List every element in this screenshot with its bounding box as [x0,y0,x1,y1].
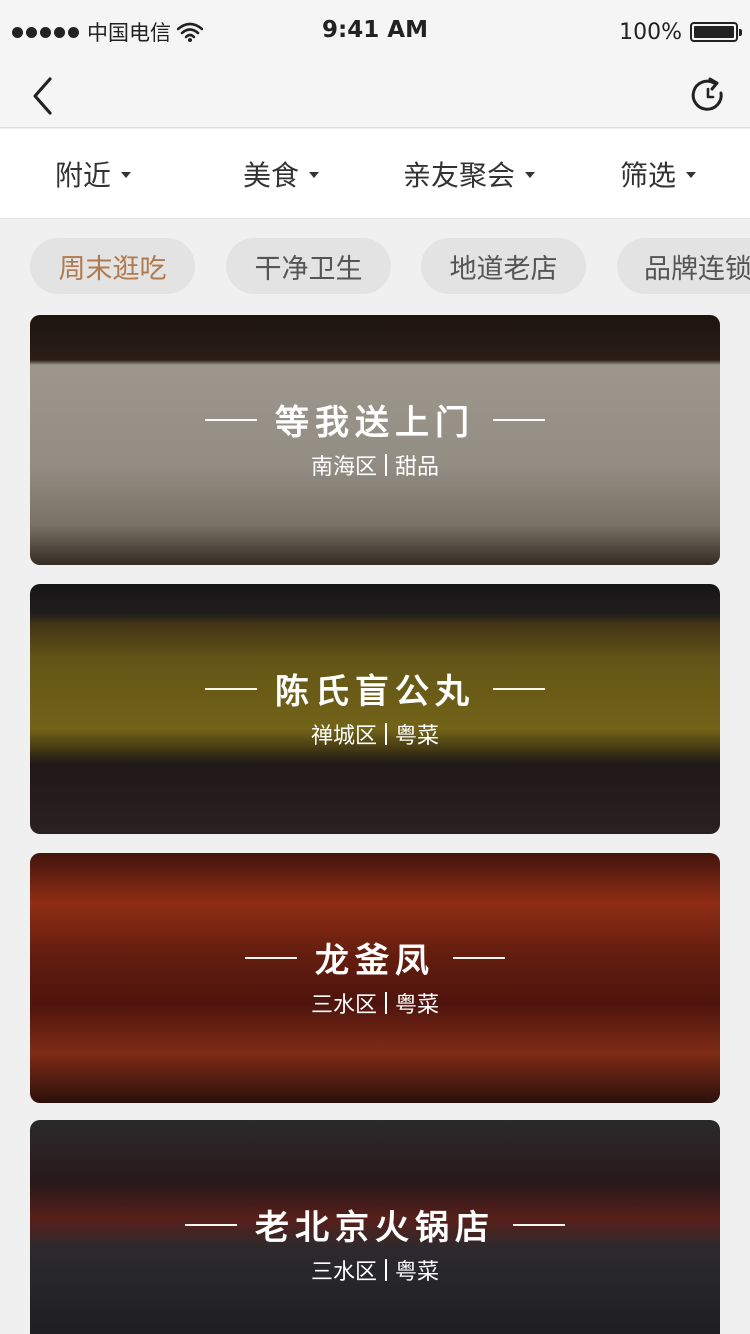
nav-bar [0,64,750,128]
divider-line [453,956,505,959]
tag-label: 品牌连锁 [644,253,750,285]
restaurant-name: 等我送上门 [275,403,475,443]
filter-label: 筛选 [620,159,677,192]
restaurant-meta: 南海区 甜品 [30,449,720,481]
restaurant-meta: 三水区 粤菜 [30,1254,720,1286]
tag-label: 地道老店 [449,253,558,285]
tag-weekend[interactable]: 周末逛吃 [30,238,195,294]
tag-row[interactable]: 周末逛吃 干净卫生 地道老店 品牌连锁 [0,220,750,312]
divider-line [513,1223,565,1226]
restaurant-card[interactable]: 等我送上门 南海区 甜品 [30,315,720,565]
battery-percent: 100% [619,19,682,45]
restaurant-card[interactable]: 老北京火锅店 三水区 粤菜 [30,1120,720,1334]
filter-bar: 附近 美食 亲友聚会 筛选 [0,129,750,219]
restaurant-district: 三水区 [310,1260,377,1285]
divider-line [185,1223,237,1226]
caret-down-icon [525,172,536,178]
divider-line [493,687,545,690]
tag-label: 周末逛吃 [58,253,167,285]
tag-label: 干净卫生 [254,253,363,285]
restaurant-category: 甜品 [395,455,440,480]
caret-down-icon [686,172,697,178]
refresh-icon [691,77,723,111]
restaurant-name: 陈氏盲公丸 [275,672,475,712]
tag-chain[interactable]: 品牌连锁 [617,238,750,294]
caret-down-icon [121,172,132,178]
filter-label: 美食 [243,159,300,192]
restaurant-category: 粤菜 [395,724,440,749]
filter-nearby[interactable]: 附近 [55,129,132,219]
filter-label: 附近 [55,159,112,192]
divider-line [245,956,297,959]
restaurant-category: 粤菜 [395,1260,440,1285]
tag-authentic[interactable]: 地道老店 [421,238,586,294]
caret-down-icon [309,172,320,178]
filter-food[interactable]: 美食 [243,129,320,219]
back-button[interactable] [20,74,64,118]
divider-line [205,418,257,421]
filter-occasion[interactable]: 亲友聚会 [403,129,536,219]
restaurant-name: 老北京火锅店 [255,1208,495,1248]
filter-label: 亲友聚会 [403,159,516,192]
filter-more[interactable]: 筛选 [620,129,697,219]
chevron-left-icon [33,77,52,115]
battery-info: 100% [619,18,742,46]
restaurant-district: 禅城区 [310,724,377,749]
restaurant-card[interactable]: 陈氏盲公丸 禅城区 粤菜 [30,584,720,834]
status-bar: 中国电信 9:41 AM 100% [0,0,750,64]
tag-clean[interactable]: 干净卫生 [226,238,391,294]
restaurant-meta: 禅城区 粤菜 [30,718,720,750]
battery-level [694,26,734,38]
restaurant-category: 粤菜 [395,993,440,1018]
battery-icon [690,22,742,42]
restaurant-district: 南海区 [310,455,377,480]
restaurant-meta: 三水区 粤菜 [30,987,720,1019]
refresh-button[interactable] [688,76,728,116]
divider-line [205,687,257,690]
restaurant-card[interactable]: 龙釜凤 三水区 粤菜 [30,853,720,1103]
restaurant-district: 三水区 [310,993,377,1018]
divider-line [493,418,545,421]
restaurant-name: 龙釜凤 [315,941,435,981]
